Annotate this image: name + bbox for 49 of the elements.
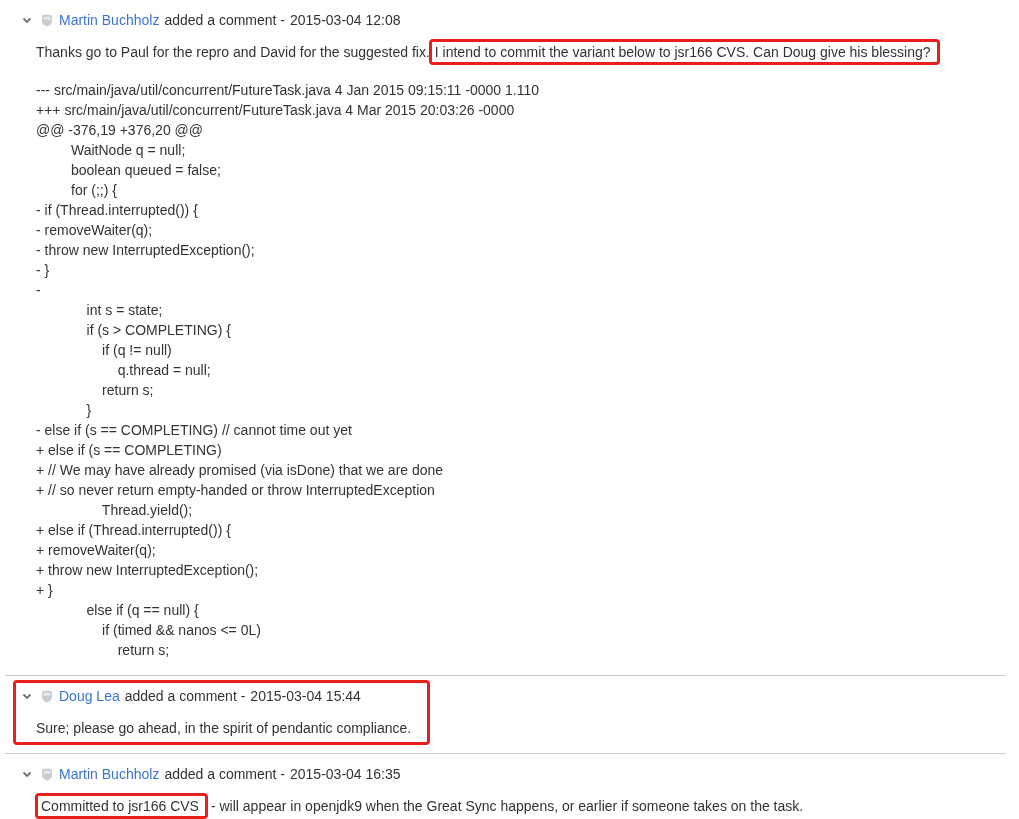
code-line: + throw new InterruptedException(); bbox=[36, 562, 259, 578]
code-line: + else if (s == COMPLETING) bbox=[36, 442, 222, 458]
code-line: q.thread = null; bbox=[116, 362, 211, 378]
comment-action: added a comment - bbox=[164, 12, 285, 28]
code-line: boolean queued = false; bbox=[70, 162, 221, 178]
code-line: if (s > COMPLETING) { bbox=[85, 322, 231, 338]
code-line: - throw new InterruptedException(); bbox=[36, 242, 255, 258]
chevron-icon[interactable] bbox=[22, 770, 32, 778]
code-line: + // so never return empty-handed or throw InterruptedException bbox=[36, 482, 435, 498]
code-line: if (q != null) bbox=[101, 342, 172, 358]
code-line: else if (q == null) { bbox=[85, 602, 199, 618]
highlighted-text: I intend to commit the variant below to jsr166 CVS. Can Doug give his blessing? bbox=[428, 39, 940, 65]
code-line: - if (Thread.interrupted()) { bbox=[36, 202, 198, 218]
highlighted-text: Committed to jsr166 CVS bbox=[35, 793, 208, 819]
code-line: - removeWaiter(q); bbox=[36, 222, 153, 238]
code-line: +++ src/main/java/util/concurrent/FutureTask.java 4 Mar 2015 20:03:26 -0000 bbox=[36, 102, 515, 118]
code-line: - else if (s == COMPLETING) // cannot time out yet bbox=[36, 422, 352, 438]
code-line: int s = state; bbox=[85, 302, 163, 318]
comment-action: added a comment - bbox=[164, 766, 285, 782]
code-line: @@ -376,19 +376,20 @@ bbox=[36, 122, 203, 138]
avatar-icon bbox=[41, 689, 53, 703]
code-line: + } bbox=[36, 582, 53, 598]
author-link[interactable]: Martin Buchholz bbox=[59, 12, 160, 28]
code-line: - } bbox=[36, 262, 50, 278]
comment-text: Thanks go to Paul for the repro and David for the suggested fix. bbox=[36, 44, 430, 60]
chevron-icon[interactable] bbox=[22, 692, 32, 700]
comment-timestamp: 2015-03-04 16:35 bbox=[290, 766, 401, 782]
code-line: } bbox=[85, 402, 92, 418]
code-line: --- src/main/java/util/concurrent/FutureTask.java 4 Jan 2015 09:15:11 -0000 1.110 bbox=[36, 82, 539, 98]
avatar-icon bbox=[41, 13, 53, 27]
author-link[interactable]: Doug Lea bbox=[59, 688, 120, 704]
code-line: if (timed && nanos <= 0L) bbox=[101, 622, 261, 638]
code-line: + else if (Thread.interrupted()) { bbox=[36, 522, 231, 538]
code-line: + // We may have already promised (via isDone) that we are done bbox=[36, 462, 444, 478]
avatar-icon bbox=[41, 767, 53, 781]
code-line: - bbox=[36, 282, 41, 298]
code-line: + removeWaiter(q); bbox=[36, 542, 156, 558]
comment-timestamp: 2015-03-04 12:08 bbox=[290, 12, 401, 28]
chevron-icon[interactable] bbox=[22, 16, 32, 24]
comment-text: Sure; please go ahead, in the spirit of pendantic compliance. bbox=[36, 720, 412, 736]
code-line: WaitNode q = null; bbox=[70, 142, 186, 158]
comment-text: - will appear in openjdk9 when the Great Sync happens, or earlier if someone takes on the task. bbox=[210, 798, 804, 814]
code-line: Thread.yield(); bbox=[100, 502, 193, 518]
comment-action: added a comment - bbox=[124, 688, 246, 704]
code-line: for (;;) { bbox=[70, 182, 117, 198]
code-line: return s; bbox=[101, 382, 154, 398]
comment-timestamp: 2015-03-04 15:44 bbox=[250, 688, 361, 704]
author-link[interactable]: Martin Buchholz bbox=[59, 766, 160, 782]
code-line: return s; bbox=[116, 642, 170, 658]
